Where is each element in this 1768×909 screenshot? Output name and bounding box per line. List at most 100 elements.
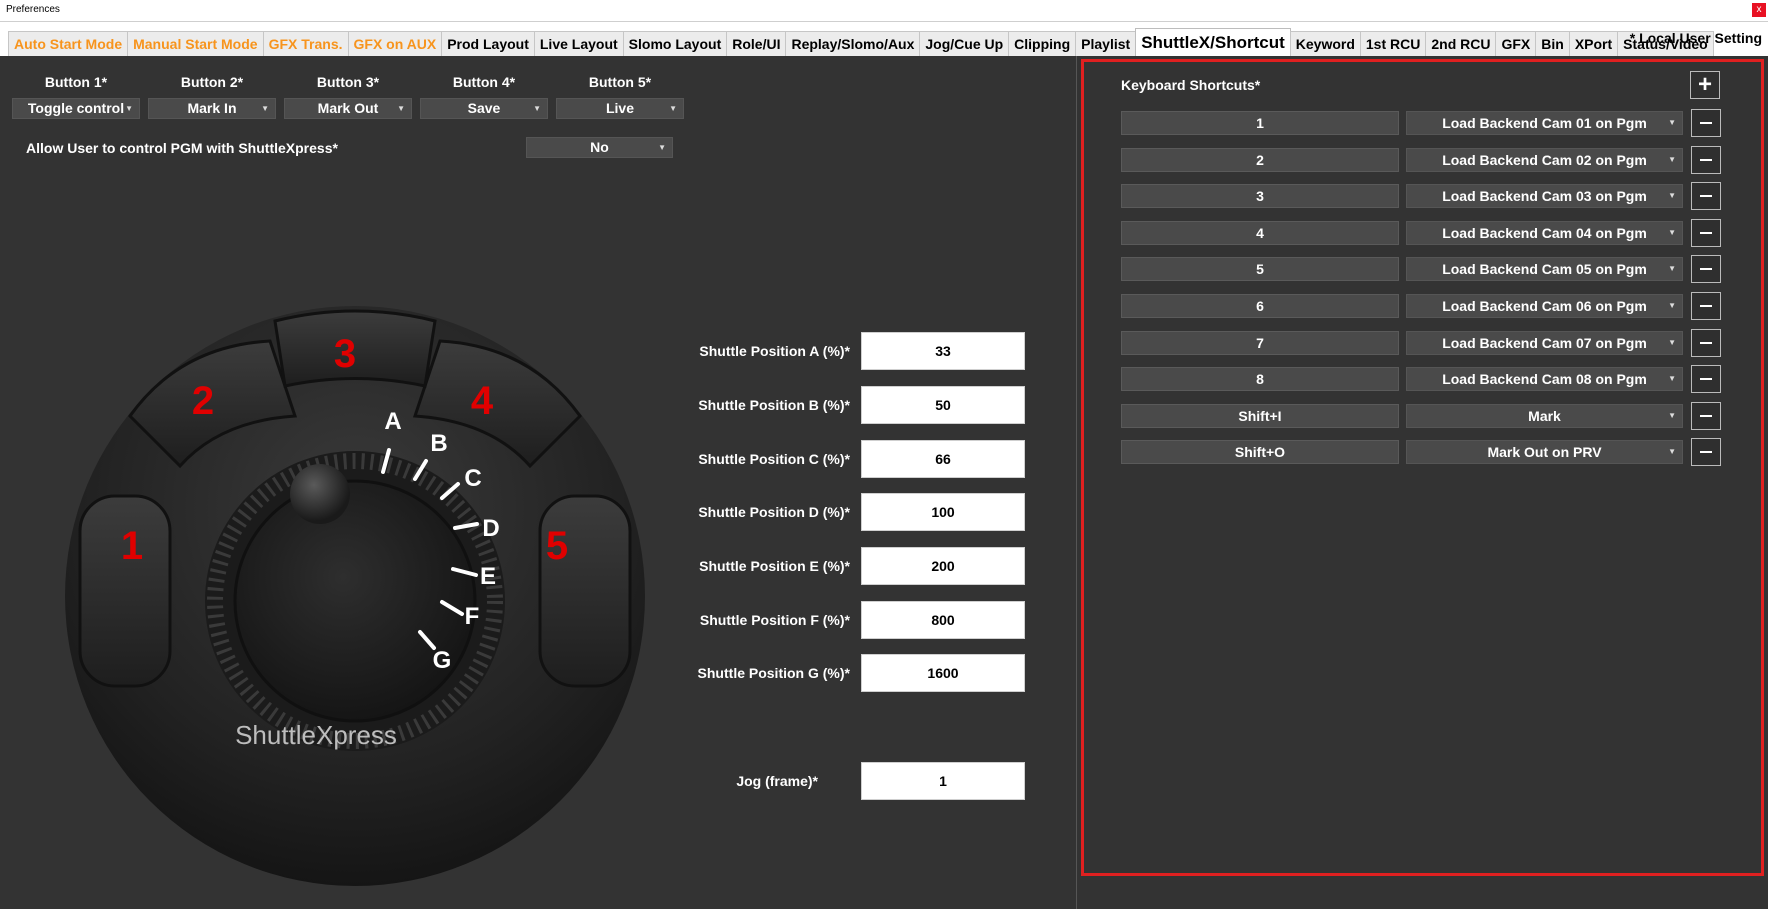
chevron-down-icon: ▼ bbox=[1668, 337, 1676, 347]
tab-replay-slomo-aux[interactable]: Replay/Slomo/Aux bbox=[785, 31, 921, 56]
chevron-down-icon: ▼ bbox=[397, 104, 405, 113]
position-letter-a: A bbox=[384, 408, 401, 435]
shortcut-key-field[interactable]: 7 bbox=[1121, 330, 1399, 355]
shuttle-position-g-label: Shuttle Position G (%)* bbox=[697, 665, 850, 681]
tab-jog-cue-up[interactable]: Jog/Cue Up bbox=[919, 31, 1010, 56]
shortcut-key-field[interactable]: 4 bbox=[1121, 220, 1399, 245]
button-number-1: 1 bbox=[121, 524, 143, 568]
shuttle-position-g-input[interactable]: 1600 bbox=[861, 654, 1025, 692]
shortcut-row: Shift+I Mark ▼ bbox=[1121, 401, 1721, 430]
button-3-dropdown[interactable]: Mark Out ▼ bbox=[284, 98, 412, 119]
shortcut-key-field[interactable]: Shift+O bbox=[1121, 440, 1399, 465]
tab-1st-rcu[interactable]: 1st RCU bbox=[1359, 31, 1427, 56]
shortcut-action-dropdown[interactable]: Load Backend Cam 04 on Pgm ▼ bbox=[1406, 220, 1683, 245]
button-2-dropdown[interactable]: Mark In ▼ bbox=[148, 98, 276, 119]
chevron-down-icon: ▼ bbox=[1668, 447, 1676, 457]
button-5-column: Button 5* Live ▼ bbox=[556, 74, 684, 119]
tab-role-ui[interactable]: Role/UI bbox=[726, 31, 787, 56]
remove-shortcut-button[interactable] bbox=[1691, 401, 1721, 430]
shortcut-key-field[interactable]: 3 bbox=[1121, 184, 1399, 209]
remove-shortcut-button[interactable] bbox=[1691, 109, 1721, 137]
remove-shortcut-button[interactable] bbox=[1691, 145, 1721, 174]
allow-pgm-dropdown[interactable]: No ▼ bbox=[526, 137, 673, 158]
button-5-label: Button 5* bbox=[588, 74, 652, 90]
shortcut-action-value: Load Backend Cam 02 on Pgm bbox=[1442, 151, 1647, 168]
button-3-label: Button 3* bbox=[316, 74, 380, 90]
shortcut-key-field[interactable]: 2 bbox=[1121, 147, 1399, 172]
shortcut-action-dropdown[interactable]: Mark ▼ bbox=[1406, 403, 1683, 428]
tab-manual-start-mode[interactable]: Manual Start Mode bbox=[127, 31, 264, 56]
shortcut-action-dropdown[interactable]: Load Backend Cam 06 on Pgm ▼ bbox=[1406, 294, 1683, 318]
chevron-down-icon: ▼ bbox=[1668, 118, 1676, 127]
tab-shuttlex-shortcut[interactable]: ShuttleX/Shortcut bbox=[1135, 28, 1291, 56]
remove-shortcut-button[interactable] bbox=[1691, 218, 1721, 247]
button-4-dropdown[interactable]: Save ▼ bbox=[420, 98, 548, 119]
jog-wheel-dimple bbox=[290, 464, 350, 524]
tab-gfx-on-aux[interactable]: GFX on AUX bbox=[347, 31, 443, 56]
add-shortcut-button[interactable]: + bbox=[1690, 71, 1720, 99]
tab-auto-start-mode[interactable]: Auto Start Mode bbox=[8, 31, 129, 56]
tab-prod-layout[interactable]: Prod Layout bbox=[441, 31, 535, 56]
shuttle-position-d-input[interactable]: 100 bbox=[861, 493, 1025, 531]
shortcut-action-dropdown[interactable]: Load Backend Cam 07 on Pgm ▼ bbox=[1406, 330, 1683, 355]
allow-pgm-value: No bbox=[590, 139, 609, 155]
button-1-dropdown[interactable]: Toggle control ▼ bbox=[12, 98, 140, 119]
button-5-value: Live bbox=[605, 100, 634, 116]
shortcut-key-field[interactable]: 6 bbox=[1121, 294, 1399, 318]
close-icon[interactable]: x bbox=[1752, 3, 1766, 17]
button-number-2: 2 bbox=[192, 379, 214, 423]
tab-xport[interactable]: XPort bbox=[1568, 31, 1619, 56]
shortcut-action-dropdown[interactable]: Load Backend Cam 08 on Pgm ▼ bbox=[1406, 367, 1683, 392]
tab-clipping[interactable]: Clipping bbox=[1008, 31, 1077, 56]
shortcut-action-dropdown[interactable]: Load Backend Cam 01 on Pgm ▼ bbox=[1406, 111, 1683, 135]
shortcut-action-value: Load Backend Cam 06 on Pgm bbox=[1442, 298, 1647, 314]
shortcut-action-dropdown[interactable]: Load Backend Cam 03 on Pgm ▼ bbox=[1406, 184, 1683, 209]
shuttle-position-b-input[interactable]: 50 bbox=[861, 386, 1025, 424]
shortcut-action-dropdown[interactable]: Load Backend Cam 05 on Pgm ▼ bbox=[1406, 257, 1683, 282]
remove-shortcut-button[interactable] bbox=[1691, 328, 1721, 357]
allow-pgm-label: Allow User to control PGM with ShuttleXp… bbox=[26, 140, 338, 156]
chevron-down-icon: ▼ bbox=[658, 143, 666, 152]
shortcut-row: 4 Load Backend Cam 04 on Pgm ▼ bbox=[1121, 218, 1721, 247]
shortcut-action-value: Load Backend Cam 07 on Pgm bbox=[1442, 334, 1647, 351]
shuttle-position-c-input[interactable]: 66 bbox=[861, 440, 1025, 478]
shuttle-position-c-label: Shuttle Position C (%)* bbox=[698, 451, 850, 467]
tab-gfx-trans-[interactable]: GFX Trans. bbox=[262, 31, 349, 56]
remove-shortcut-button[interactable] bbox=[1691, 365, 1721, 394]
button-5-dropdown[interactable]: Live ▼ bbox=[556, 98, 684, 119]
shortcut-key-field[interactable]: Shift+I bbox=[1121, 403, 1399, 428]
tab-gfx[interactable]: GFX bbox=[1495, 31, 1537, 56]
shortcut-row: 7 Load Backend Cam 07 on Pgm ▼ bbox=[1121, 328, 1721, 357]
tab-2nd-rcu[interactable]: 2nd RCU bbox=[1425, 31, 1497, 56]
tab-slomo-layout[interactable]: Slomo Layout bbox=[622, 31, 728, 56]
shortcut-row: 2 Load Backend Cam 02 on Pgm ▼ bbox=[1121, 145, 1721, 174]
jog-frame-input[interactable]: 1 bbox=[861, 762, 1025, 800]
shuttle-position-f-input[interactable]: 800 bbox=[861, 601, 1025, 639]
keyboard-shortcuts-highlight-frame bbox=[1081, 59, 1764, 876]
shortcut-key-field[interactable]: 1 bbox=[1121, 111, 1399, 135]
remove-shortcut-button[interactable] bbox=[1691, 292, 1721, 320]
button-number-4: 4 bbox=[471, 379, 494, 423]
shortcut-key-field[interactable]: 5 bbox=[1121, 257, 1399, 282]
shortcut-action-dropdown[interactable]: Load Backend Cam 02 on Pgm ▼ bbox=[1406, 147, 1683, 172]
shuttle-position-a-input[interactable]: 33 bbox=[861, 332, 1025, 370]
jog-frame-label: Jog (frame)* bbox=[736, 773, 818, 789]
remove-shortcut-button[interactable] bbox=[1691, 182, 1721, 211]
tab-keyword[interactable]: Keyword bbox=[1289, 31, 1361, 56]
remove-shortcut-button[interactable] bbox=[1691, 438, 1721, 467]
window-title-bar: Preferences x bbox=[0, 0, 1768, 22]
shuttle-position-e-input[interactable]: 200 bbox=[861, 547, 1025, 585]
remove-shortcut-button[interactable] bbox=[1691, 255, 1721, 284]
tab-live-layout[interactable]: Live Layout bbox=[533, 31, 624, 56]
tab-bin[interactable]: Bin bbox=[1535, 31, 1570, 56]
button-number-5: 5 bbox=[546, 524, 568, 568]
shortcut-key-field[interactable]: 8 bbox=[1121, 367, 1399, 392]
button-2-value: Mark In bbox=[187, 100, 237, 116]
tab-playlist[interactable]: Playlist bbox=[1075, 31, 1137, 56]
shortcut-action-value: Load Backend Cam 01 on Pgm bbox=[1442, 115, 1647, 131]
position-letter-g: G bbox=[433, 647, 452, 674]
shortcut-action-dropdown[interactable]: Mark Out on PRV ▼ bbox=[1406, 440, 1683, 465]
shortcut-row: 6 Load Backend Cam 06 on Pgm ▼ bbox=[1121, 292, 1721, 320]
shortcut-action-value: Load Backend Cam 04 on Pgm bbox=[1442, 224, 1647, 241]
button-1-value: Toggle control bbox=[27, 100, 125, 116]
